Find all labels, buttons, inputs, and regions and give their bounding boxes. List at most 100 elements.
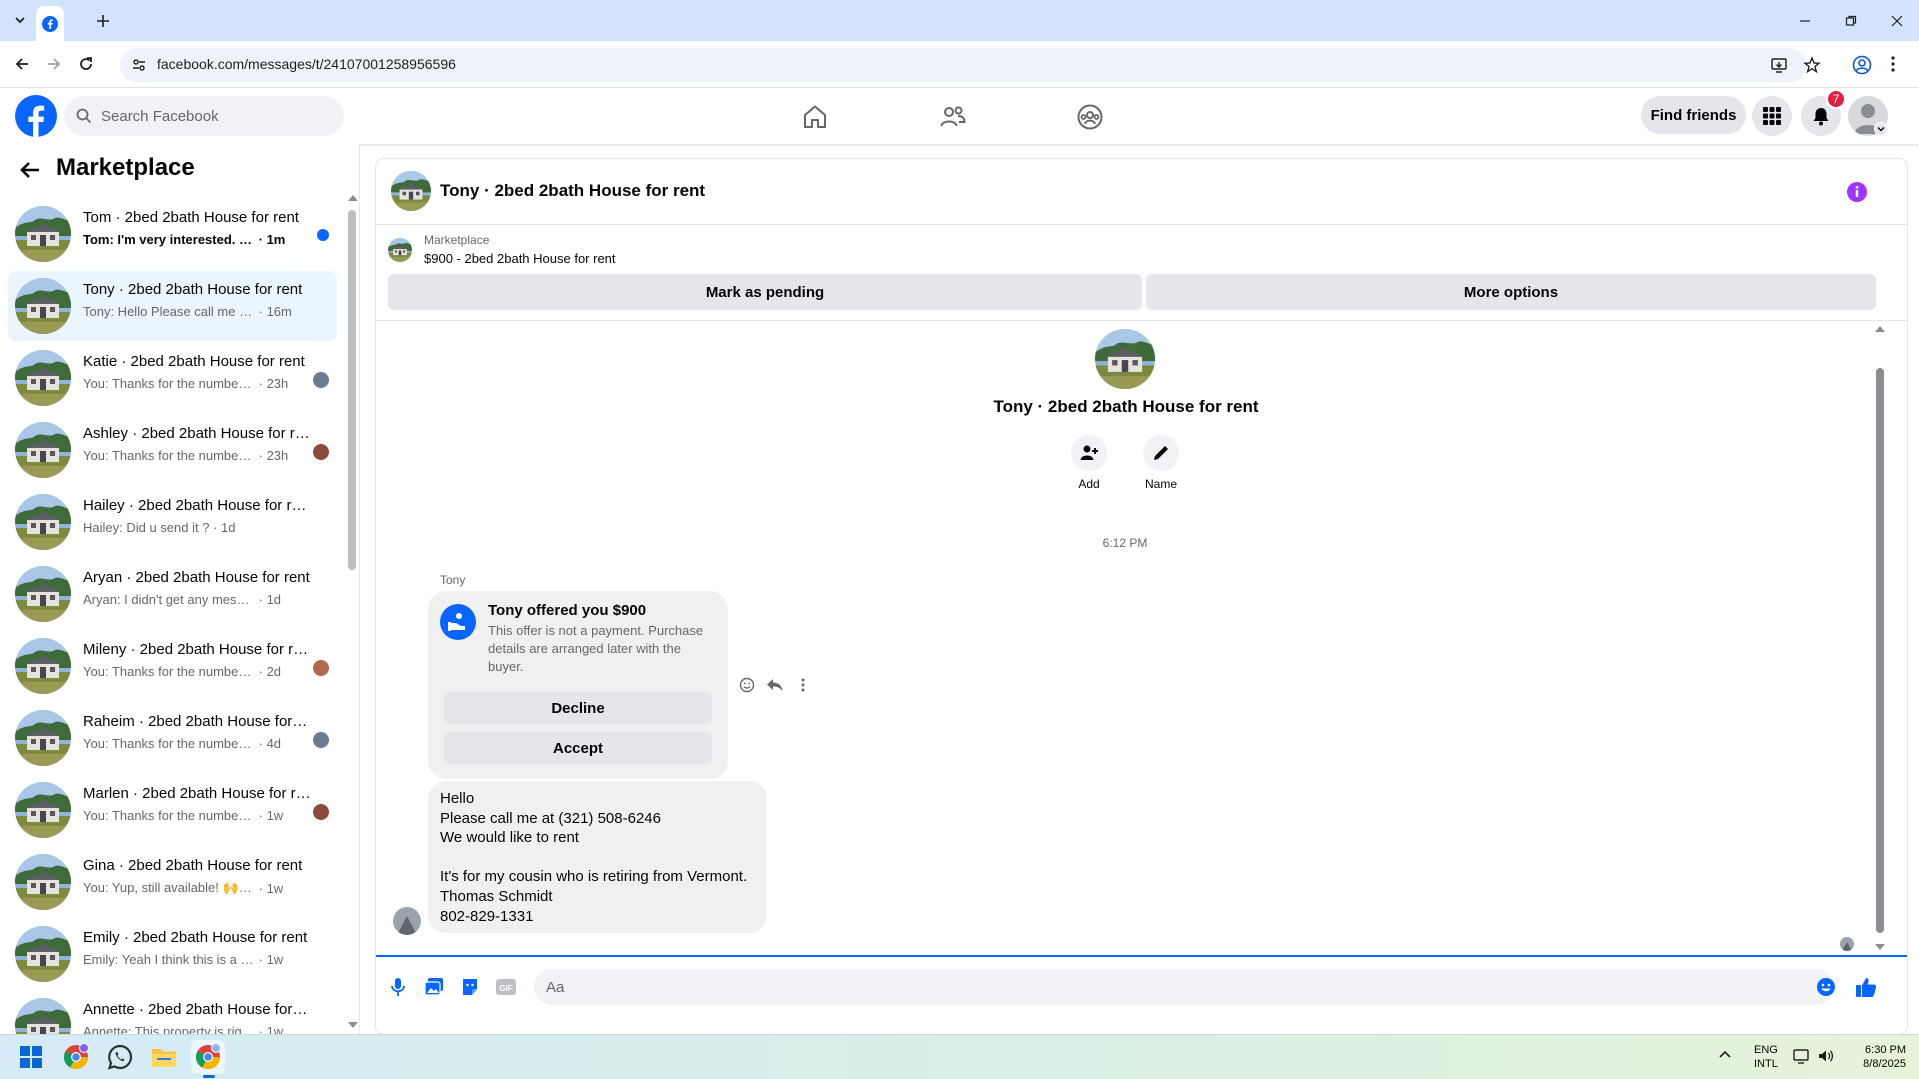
restore-icon[interactable] xyxy=(1831,8,1871,34)
account-chevron-down-icon[interactable] xyxy=(1874,122,1888,136)
chat-scroll-up-arrow-icon[interactable] xyxy=(1875,326,1885,332)
search-input[interactable] xyxy=(99,96,329,136)
tab-list-chevron-icon[interactable] xyxy=(8,8,32,32)
thumbs-up-icon[interactable] xyxy=(1853,974,1879,1000)
edit-name-button[interactable] xyxy=(1143,435,1179,471)
menu-grid-button[interactable] xyxy=(1752,96,1792,136)
new-tab-plus-icon[interactable] xyxy=(90,8,116,34)
whatsapp-icon[interactable] xyxy=(103,1040,137,1074)
listing-thumbnail[interactable] xyxy=(388,238,412,262)
photo-attach-icon[interactable] xyxy=(421,974,447,1000)
chat-title[interactable]: Tony · 2bed 2bath House for rent xyxy=(440,181,705,201)
conversation-title: Aryan · 2bed 2bath House for rent xyxy=(83,569,310,586)
find-friends-button[interactable]: Find friends xyxy=(1641,96,1746,134)
minimize-icon[interactable] xyxy=(1785,8,1825,34)
windows-taskbar xyxy=(0,1034,1919,1079)
chat-header-avatar[interactable] xyxy=(391,171,431,211)
conversation-title: Annette · 2bed 2bath House for rent xyxy=(83,1001,311,1018)
conversation-item[interactable]: Aryan · 2bed 2bath House for rent Aryan: … xyxy=(8,559,337,629)
emoji-picker-icon[interactable] xyxy=(1813,974,1839,1000)
back-arrow-icon[interactable] xyxy=(8,50,36,78)
conversation-preview: You: Thanks for the number! I'll call yo… xyxy=(83,664,311,679)
bookmark-star-icon[interactable] xyxy=(1803,56,1821,74)
decline-button[interactable]: Decline xyxy=(444,692,712,724)
reply-arrow-icon[interactable] xyxy=(764,674,786,696)
conversation-preview: Tom: I'm very interested. I have been lo… xyxy=(83,232,311,247)
seen-indicator-avatar xyxy=(1840,937,1854,951)
scroll-up-arrow-icon[interactable] xyxy=(348,195,358,201)
reload-icon[interactable] xyxy=(72,50,100,78)
scroll-down-arrow-icon[interactable] xyxy=(348,1022,358,1028)
microphone-icon[interactable] xyxy=(385,974,411,1000)
chrome-active-icon[interactable] xyxy=(191,1040,225,1074)
profile-icon[interactable] xyxy=(1852,55,1872,75)
home-nav-button[interactable] xyxy=(760,98,870,136)
close-window-icon[interactable] xyxy=(1877,8,1917,34)
conversation-item[interactable]: Raheim · 2bed 2bath House for rent You: T… xyxy=(8,703,337,773)
conversation-item[interactable]: Emily · 2bed 2bath House for rent Emily: … xyxy=(8,919,337,989)
conversation-preview-text: You: Thanks for the number! I'll call yo… xyxy=(83,448,255,463)
mark-as-pending-button[interactable]: Mark as pending xyxy=(388,274,1142,310)
site-info-icon[interactable] xyxy=(131,57,147,73)
install-app-icon[interactable] xyxy=(1770,56,1788,74)
message-input[interactable] xyxy=(544,969,1784,1005)
input-language[interactable]: ENG INTL xyxy=(1754,1043,1778,1071)
accept-button[interactable]: Accept xyxy=(444,732,712,764)
conversation-item[interactable]: Tony · 2bed 2bath House for rent Tony: He… xyxy=(8,271,337,341)
conversation-preview: You: Thanks for the number! I'll call yo… xyxy=(83,736,311,751)
back-arrow-icon[interactable] xyxy=(18,158,42,182)
conversation-intro-title: Tony · 2bed 2bath House for rent xyxy=(993,397,1259,416)
conversation-preview: You: Thanks for the number! I'll call yo… xyxy=(83,376,311,391)
browser-tab-facebook[interactable] xyxy=(36,6,64,41)
react-emoji-icon[interactable] xyxy=(736,674,758,696)
conversation-intro-avatar xyxy=(1095,329,1155,389)
groups-nav-button[interactable] xyxy=(1035,98,1145,136)
conversation-title: Tom · 2bed 2bath House for rent xyxy=(83,209,299,226)
offer-hand-icon xyxy=(440,604,476,640)
conversation-preview-text: Hailey: Did u send it ? xyxy=(83,520,210,535)
network-icon[interactable] xyxy=(1793,1048,1811,1064)
add-person-icon xyxy=(1080,445,1098,460)
conversation-title: Raheim · 2bed 2bath House for rent xyxy=(83,713,311,730)
conversation-item[interactable]: Gina · 2bed 2bath House for rent You: Yup… xyxy=(8,847,337,917)
conversation-title: Ashley · 2bed 2bath House for rent xyxy=(83,425,311,442)
forward-arrow-icon[interactable] xyxy=(40,50,68,78)
info-icon[interactable] xyxy=(1846,181,1868,203)
conversation-time: · 1d xyxy=(213,520,236,535)
windows-start-icon[interactable] xyxy=(14,1040,48,1074)
conversation-time: · 1m xyxy=(258,232,286,247)
listing-title[interactable]: $900 - 2bed 2bath House for rent xyxy=(424,251,616,266)
conversation-item[interactable]: Marlen · 2bed 2bath House for rent You: T… xyxy=(8,775,337,845)
sticker-icon[interactable] xyxy=(457,974,483,1000)
facebook-logo-icon[interactable] xyxy=(15,95,57,137)
file-explorer-icon[interactable] xyxy=(147,1040,181,1074)
tray-chevron-up-icon[interactable] xyxy=(1718,1049,1732,1059)
add-person-button[interactable] xyxy=(1071,435,1107,471)
conversation-item[interactable]: Tom · 2bed 2bath House for rent Tom: I'm … xyxy=(8,199,337,269)
conversation-item[interactable]: Hailey · 2bed 2bath House for rent Hailey… xyxy=(8,487,337,557)
chrome-profile-icon[interactable] xyxy=(59,1040,93,1074)
gif-icon[interactable]: GIF xyxy=(493,974,519,1000)
friends-nav-button[interactable] xyxy=(898,98,1008,136)
volume-icon[interactable] xyxy=(1817,1048,1835,1064)
sender-avatar[interactable] xyxy=(393,907,421,935)
facebook-favicon-icon xyxy=(42,15,58,32)
chat-scrollbar[interactable] xyxy=(1876,368,1884,933)
url-text[interactable]: facebook.com/messages/t/2410700125895659… xyxy=(157,56,456,72)
conversation-item[interactable]: Ashley · 2bed 2bath House for rent You: T… xyxy=(8,415,337,485)
chat-scroll-down-arrow-icon[interactable] xyxy=(1875,944,1885,950)
system-clock[interactable]: 6:30 PM 8/8/2025 xyxy=(1846,1043,1906,1071)
conversation-avatar xyxy=(15,422,71,478)
conversation-item[interactable]: Mileny · 2bed 2bath House for rent You: T… xyxy=(8,631,337,701)
more-actions-icon[interactable] xyxy=(792,674,814,696)
conversation-preview-text: Aryan: I didn't get any message regardin… xyxy=(83,592,255,607)
sidebar-scrollbar[interactable] xyxy=(348,210,356,570)
conversation-preview: Tony: Hello Please call me at (321) 508-… xyxy=(83,304,311,319)
lang-line2: INTL xyxy=(1754,1058,1778,1070)
clock-time: 6:30 PM xyxy=(1865,1044,1906,1056)
more-options-button[interactable]: More options xyxy=(1146,274,1876,310)
browser-menu-icon[interactable] xyxy=(1890,55,1896,73)
conversation-item[interactable]: Katie · 2bed 2bath House for rent You: Th… xyxy=(8,343,337,413)
conversation-preview: Hailey: Did u send it ? · 1d xyxy=(83,520,311,535)
conversation-avatar xyxy=(15,566,71,622)
